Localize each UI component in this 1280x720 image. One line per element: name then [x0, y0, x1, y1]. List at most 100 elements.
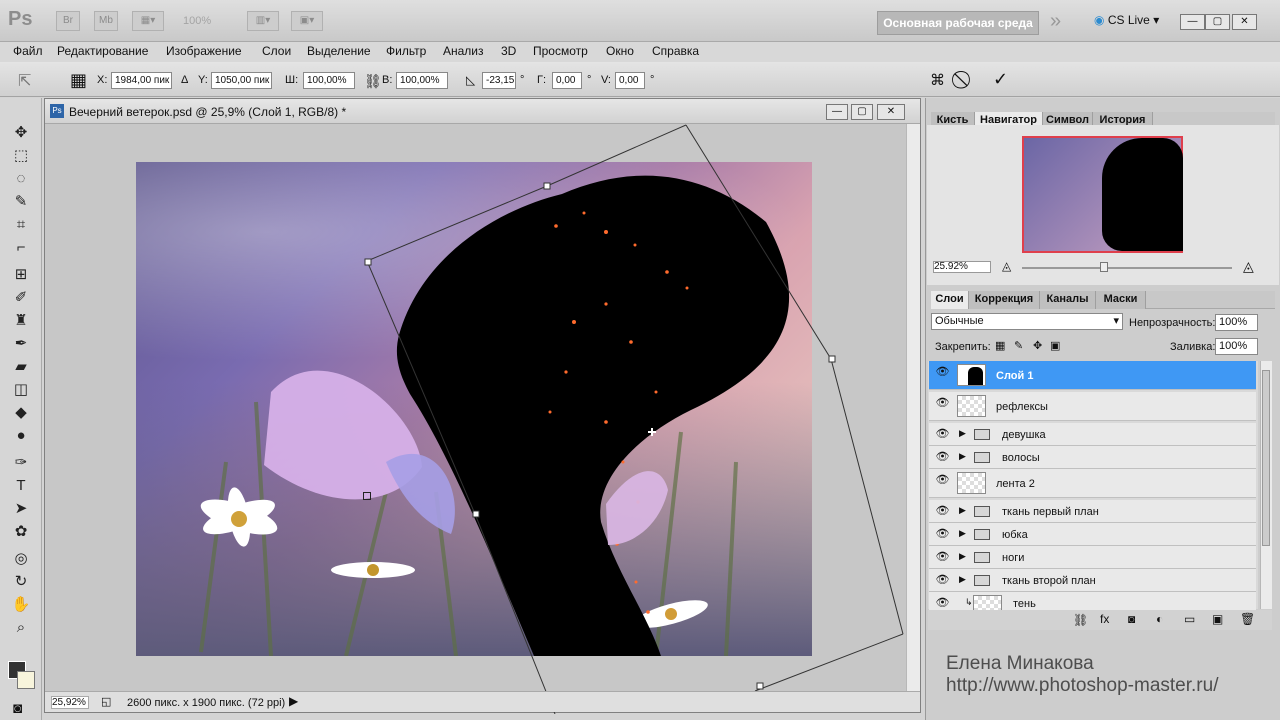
- menu-analysis[interactable]: Анализ: [443, 44, 484, 58]
- zoom-level-dropdown[interactable]: 100%: [183, 15, 211, 27]
- navigator-zoom-thumb[interactable]: [1100, 262, 1108, 272]
- tab-channels[interactable]: Каналы: [1040, 291, 1096, 309]
- opacity-input[interactable]: 100%: [1215, 314, 1258, 331]
- brush-tool-icon[interactable]: ✐: [10, 288, 32, 308]
- background-color-swatch[interactable]: [17, 671, 35, 689]
- new-group-icon[interactable]: ▭: [1184, 612, 1195, 626]
- expand-arrow-icon[interactable]: ▶: [959, 451, 966, 462]
- x-position-input[interactable]: 1984,00 пик: [111, 72, 172, 89]
- menu-edit[interactable]: Редактирование: [57, 44, 148, 58]
- horizontal-skew-input[interactable]: 0,00: [552, 72, 582, 89]
- delta-icon[interactable]: Δ: [181, 74, 188, 86]
- menu-select[interactable]: Выделение: [307, 44, 371, 58]
- menu-filter[interactable]: Фильтр: [386, 44, 426, 58]
- document-zoom-input[interactable]: 25,92%: [51, 696, 89, 709]
- rotation-input[interactable]: -23,15: [482, 72, 516, 89]
- group-row[interactable]: 👁 ▶ девушка: [929, 423, 1256, 446]
- transform-tool-icon[interactable]: ⇱: [18, 71, 31, 91]
- layer-row[interactable]: 👁 лента 2: [929, 469, 1256, 498]
- lock-position-icon[interactable]: ✥: [1033, 339, 1042, 352]
- hand-tool-icon[interactable]: ✋: [10, 595, 32, 615]
- lasso-tool-icon[interactable]: ◌: [10, 169, 32, 189]
- crop-tool-icon[interactable]: ⌗: [10, 215, 32, 235]
- lock-all-icon[interactable]: ▣: [1050, 339, 1060, 352]
- quick-selection-tool-icon[interactable]: ✎: [10, 192, 32, 212]
- expand-arrow-icon[interactable]: ▶: [959, 574, 966, 585]
- visibility-eye-icon[interactable]: 👁: [935, 550, 950, 565]
- navigator-zoom-slider[interactable]: [1022, 267, 1232, 269]
- menu-window[interactable]: Окно: [606, 44, 634, 58]
- menu-layers[interactable]: Слои: [262, 44, 291, 58]
- menu-view[interactable]: Просмотр: [533, 44, 588, 58]
- group-row[interactable]: 👁 ▶ волосы: [929, 446, 1256, 469]
- visibility-eye-icon[interactable]: 👁: [935, 596, 950, 611]
- lock-brush-icon[interactable]: ✎: [1014, 339, 1023, 352]
- eraser-tool-icon[interactable]: ▰: [10, 357, 32, 377]
- height-input[interactable]: 100,00%: [396, 72, 448, 89]
- gradient-tool-icon[interactable]: ◫: [10, 380, 32, 400]
- restore-button[interactable]: ▢: [1205, 14, 1230, 30]
- more-workspaces-icon[interactable]: »: [1050, 10, 1061, 33]
- tab-layers[interactable]: Слои: [931, 291, 969, 309]
- group-row[interactable]: 👁 ▶ ткань первый план: [929, 500, 1256, 523]
- zoom-tool-icon[interactable]: ⌕: [10, 618, 32, 638]
- healing-brush-tool-icon[interactable]: ⊞: [10, 265, 32, 285]
- mini-bridge-button[interactable]: Mb: [94, 11, 118, 31]
- right-middle-handle[interactable]: [828, 355, 836, 363]
- pen-tool-icon[interactable]: ✑: [10, 453, 32, 473]
- visibility-eye-icon[interactable]: 👁: [935, 573, 950, 588]
- trash-icon[interactable]: 🗑: [1240, 612, 1255, 626]
- expand-arrow-icon[interactable]: ▶: [959, 428, 966, 439]
- 3d-orbit-tool-icon[interactable]: ↻: [10, 572, 32, 592]
- layer-row-active[interactable]: 👁 Слой 1: [929, 361, 1256, 390]
- menu-file[interactable]: Файл: [13, 44, 43, 58]
- adjustment-icon[interactable]: ◐: [1156, 612, 1163, 626]
- history-brush-tool-icon[interactable]: ✒: [10, 334, 32, 354]
- commit-transform-button[interactable]: ✓: [993, 69, 1008, 90]
- blend-mode-select[interactable]: Обычные ▾: [931, 313, 1123, 330]
- navigator-preview[interactable]: [1022, 136, 1183, 253]
- rotation-center-icon[interactable]: [648, 428, 656, 436]
- navigator-zoom-input[interactable]: 25.92%: [933, 261, 991, 273]
- layer-row[interactable]: 👁 рефлексы: [929, 392, 1256, 421]
- group-row[interactable]: 👁 ▶ ноги: [929, 546, 1256, 569]
- vertical-scrollbar[interactable]: [906, 124, 920, 691]
- blur-tool-icon[interactable]: ◆: [10, 403, 32, 423]
- visibility-eye-icon[interactable]: 👁: [935, 527, 950, 542]
- status-menu-arrow[interactable]: ▶: [289, 694, 298, 708]
- type-tool-icon[interactable]: T: [10, 476, 32, 496]
- path-selection-tool-icon[interactable]: ➤: [10, 499, 32, 519]
- layers-scroll-thumb[interactable]: [1262, 370, 1270, 546]
- clone-stamp-tool-icon[interactable]: ♜: [10, 311, 32, 331]
- dodge-tool-icon[interactable]: ●: [10, 426, 32, 446]
- warp-mode-icon[interactable]: ⌘: [930, 71, 945, 89]
- visibility-eye-icon[interactable]: 👁: [935, 427, 950, 442]
- reference-point-icon[interactable]: ▦: [70, 70, 87, 91]
- fx-icon[interactable]: fx: [1100, 612, 1109, 626]
- link-icon[interactable]: ⛓: [364, 73, 382, 90]
- top-left-handle[interactable]: [364, 258, 372, 266]
- top-middle-handle[interactable]: [543, 182, 551, 190]
- link-layers-icon[interactable]: ⛓: [1073, 613, 1088, 627]
- y-position-input[interactable]: 1050,00 пик: [211, 72, 272, 89]
- bridge-button[interactable]: Br: [56, 11, 80, 31]
- screen-mode-button[interactable]: ▣▾: [291, 11, 323, 31]
- workspace-switcher[interactable]: Основная рабочая среда: [877, 11, 1039, 35]
- menu-help[interactable]: Справка: [652, 44, 699, 58]
- 3d-rotate-tool-icon[interactable]: ◎: [10, 549, 32, 569]
- fill-input[interactable]: 100%: [1215, 338, 1258, 355]
- visibility-eye-icon[interactable]: 👁: [935, 450, 950, 465]
- expand-arrow-icon[interactable]: ▶: [959, 551, 966, 562]
- zoom-in-icon[interactable]: ◬: [1243, 258, 1254, 275]
- expand-arrow-icon[interactable]: ▶: [959, 505, 966, 516]
- document-info-icon[interactable]: ◱: [101, 695, 111, 708]
- arrange-documents-button[interactable]: ▥▾: [247, 11, 279, 31]
- bottom-middle-handle[interactable]: [756, 682, 764, 690]
- visibility-eye-icon[interactable]: 👁: [935, 365, 950, 380]
- vertical-skew-input[interactable]: 0,00: [615, 72, 645, 89]
- left-middle-handle[interactable]: [472, 510, 480, 518]
- move-tool-icon[interactable]: ✥: [10, 123, 32, 143]
- mask-icon[interactable]: ◙: [1128, 612, 1135, 626]
- tab-masks[interactable]: Маски: [1096, 291, 1146, 309]
- expand-arrow-icon[interactable]: ▶: [959, 528, 966, 539]
